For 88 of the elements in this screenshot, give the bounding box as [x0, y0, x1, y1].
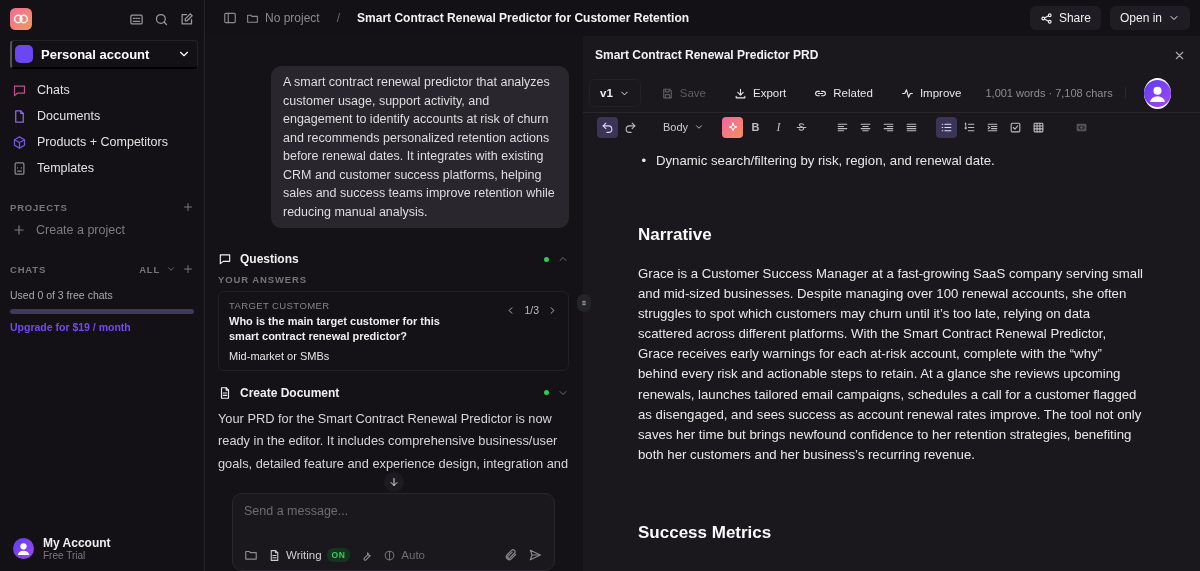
nav-item[interactable]: Products + Competitors [10, 129, 194, 155]
italic-button[interactable]: I [768, 116, 790, 138]
account-avatar [15, 45, 33, 63]
improve-icon [900, 86, 914, 100]
resize-handle[interactable] [577, 294, 591, 312]
keyboard-icon[interactable] [129, 11, 144, 27]
bullet-item: Dynamic search/filtering by risk, region, and renewal date. [656, 152, 995, 170]
chevron-down-icon [694, 122, 705, 132]
half-circle-icon [383, 548, 397, 562]
pager-text: 1/3 [524, 304, 539, 317]
share-icon [1039, 11, 1053, 25]
nav-item[interactable]: Chats [10, 77, 194, 103]
products-icon [12, 134, 27, 150]
on-badge: ON [326, 548, 351, 562]
account-selector[interactable]: Personal account [10, 40, 198, 69]
response-text: Your PRD for the Smart Contract Renewal Predictor is now ready in the editor. It includes comprehensive business/user goals, detailed feature and experience design, integration and [218, 409, 569, 471]
page-title: Smart Contract Renewal Predictor for Customer Retention [357, 11, 690, 25]
arrow-down-icon [387, 475, 400, 488]
undo-icon [601, 120, 614, 134]
table-icon [1032, 120, 1046, 134]
word-count: 1,001 words · 7,108 chars [985, 87, 1126, 99]
sidebar-toggle-icon[interactable] [223, 11, 237, 25]
sparkle-icon [726, 121, 739, 133]
document-title: Smart Contract Renewal Predictor PRD [595, 48, 819, 62]
message-bubble: A smart contract renewal predictor that analyzes customer usage, support activity, and engagement to identify accounts at risk of churn and recommends personalized retention actions before renewal dates. It integrates with existing CRM and customer success platforms, helping sales and success teams improve retention while reducing manual analysis. [271, 66, 569, 228]
bullets-button[interactable] [936, 116, 958, 138]
section-heading: Success Metrics [638, 521, 773, 544]
strike-icon [795, 120, 809, 134]
question-text: Who is the main target customer for this smart contract renewal predictor? [229, 314, 441, 345]
ai-sparkle-button[interactable] [722, 116, 744, 138]
document-icon [268, 548, 281, 562]
task-icon [1009, 120, 1023, 134]
usage-text: Used 0 of 3 free chats [10, 289, 114, 301]
status-dot [544, 256, 549, 262]
bullet-marker: • [640, 152, 646, 170]
bold-button[interactable]: B [745, 116, 767, 138]
status-dot [544, 390, 549, 396]
save-icon [660, 86, 674, 100]
chevron-down-icon [166, 264, 176, 274]
body-paragraph: Grace is a Customer Success Manager at a fast-growing SaaS company serving small and mid-sized businesses. Despite managing over 100 renewal accounts, she often struggles to spot which customers may churn until it’s too late, relying on data scattered across different platforms. With the Smart Contract Renewal Predictor, Grace receives early warnings for each at-risk account, complete with the “why” behind every risk and actionable steps to retain. At a glance she reviews upcoming renewals, launches tailored email campaigns, schedules a call for a customer flagged as disengaged, and sees success as account renewal rates improve. The tool not only saves her time but brings newfound confidence to her retention strategies, benefiting both her customers and her business’s recurring revenue. [638, 265, 1144, 464]
send-icon[interactable] [528, 548, 542, 562]
model-selector[interactable]: Auto [383, 548, 425, 562]
share-button[interactable]: Share [1029, 6, 1101, 30]
version-dropdown[interactable]: v1 [589, 79, 641, 107]
templates-icon [12, 160, 27, 176]
user-avatar [13, 538, 34, 559]
new-chat-icon[interactable] [179, 11, 194, 27]
improve-button[interactable]: Improve [892, 86, 970, 100]
export-button[interactable]: Export [726, 86, 795, 100]
section-heading: Narrative [638, 224, 713, 246]
folder-icon[interactable] [244, 548, 258, 562]
documents-icon [12, 108, 27, 124]
document-icon [218, 385, 232, 400]
writing-toggle[interactable]: Writing ON [268, 548, 351, 562]
section-heading: PROJECTS [10, 201, 68, 213]
undo-button[interactable] [597, 116, 618, 138]
add-icon[interactable] [182, 201, 194, 213]
section-title: Create Document [240, 385, 340, 400]
attach-icon[interactable] [504, 548, 518, 562]
account-name: My Account [43, 536, 111, 550]
plan-label: Free Trial [43, 550, 87, 561]
search-icon[interactable] [154, 11, 169, 27]
app-logo[interactable] [10, 8, 32, 30]
filter-dropdown[interactable]: ALL [139, 263, 160, 275]
text-style-dropdown[interactable]: Body [657, 116, 711, 138]
numbers-icon [963, 120, 977, 134]
related-button[interactable]: Related [806, 86, 881, 100]
nav-item[interactable]: Templates [10, 155, 194, 181]
open-in-button[interactable]: Open in [1109, 6, 1190, 30]
section-title: Questions [240, 252, 299, 267]
answers-label: YOUR ANSWERS [218, 274, 309, 286]
nav-item[interactable]: Documents [10, 103, 194, 129]
section-heading: CHATS [10, 263, 47, 275]
message-input[interactable]: Send a message... [244, 503, 542, 518]
add-icon[interactable] [182, 263, 194, 275]
question-category: TARGET CUSTOMER [229, 300, 331, 312]
create-project-button[interactable]: Create a project [10, 217, 194, 243]
breadcrumb-separator: / [336, 11, 341, 25]
grip-icon [579, 298, 589, 308]
redo-icon [624, 120, 637, 134]
project-link[interactable]: No project [246, 11, 320, 25]
export-icon [734, 86, 747, 100]
speech-bubble-icon [218, 252, 232, 267]
scroll-down-button[interactable] [383, 471, 404, 492]
plus-icon [12, 223, 26, 237]
chats-icon [12, 82, 27, 98]
upgrade-link[interactable]: Upgrade for $19 / month [10, 321, 131, 333]
answer-text: Mid-market or SMBs [229, 350, 331, 363]
